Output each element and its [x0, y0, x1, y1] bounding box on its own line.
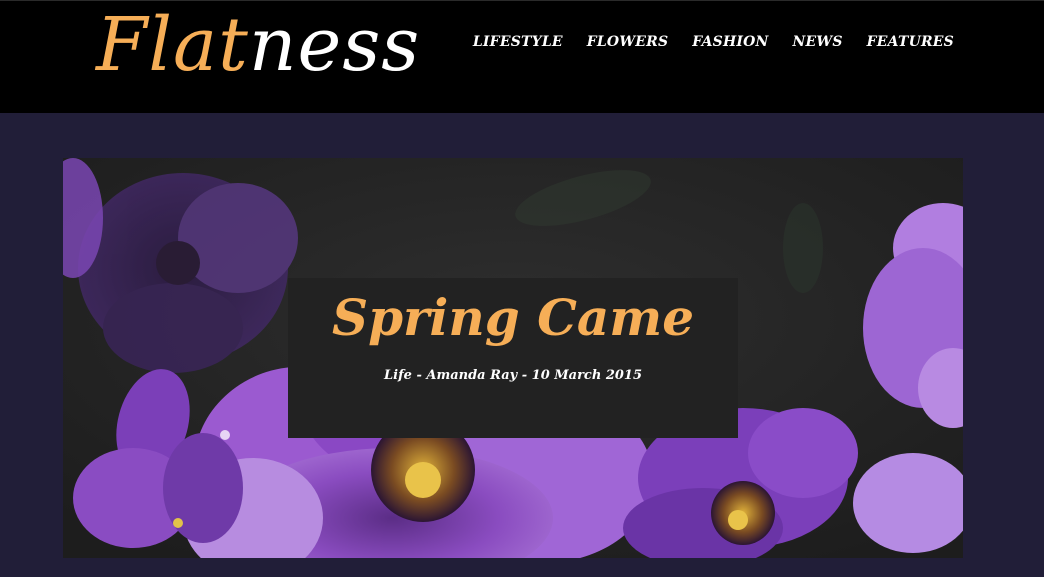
hero-caption: Spring Came Life - Amanda Ray - 10 March… [288, 278, 738, 438]
nav-features[interactable]: FEATURES [867, 34, 954, 50]
hero-banner[interactable]: Spring Came Life - Amanda Ray - 10 March… [63, 158, 963, 558]
logo-part-ness: ness [248, 2, 421, 88]
logo-part-flat: Flat [96, 2, 249, 88]
site-logo[interactable]: Flatness [96, 3, 420, 87]
nav-lifestyle[interactable]: LIFESTYLE [473, 34, 563, 50]
nav-flowers[interactable]: FLOWERS [587, 34, 669, 50]
nav-fashion[interactable]: FASHION [692, 34, 768, 50]
nav-news[interactable]: NEWS [793, 34, 843, 50]
hero-meta: Life - Amanda Ray - 10 March 2015 [383, 368, 643, 383]
hero-title[interactable]: Spring Came [288, 278, 738, 354]
site-header: Flatness LIFESTYLE FLOWERS FASHION NEWS … [0, 0, 1044, 113]
main-nav: LIFESTYLE FLOWERS FASHION NEWS FEATURES [449, 34, 954, 50]
